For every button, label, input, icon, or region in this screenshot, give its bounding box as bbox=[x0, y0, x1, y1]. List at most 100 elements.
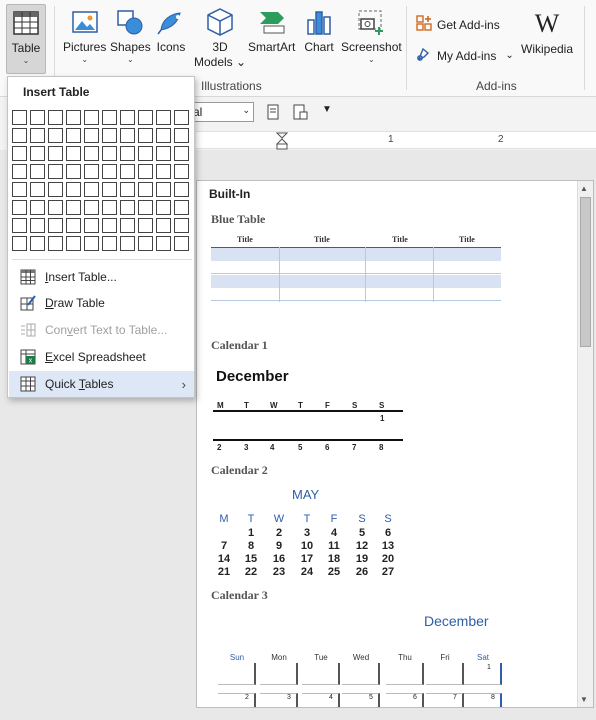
grid-cell[interactable] bbox=[156, 110, 171, 125]
grid-cell[interactable] bbox=[156, 218, 171, 233]
grid-cell[interactable] bbox=[120, 110, 135, 125]
grid-cell[interactable] bbox=[66, 236, 81, 251]
grid-cell[interactable] bbox=[174, 164, 189, 179]
grid-cell[interactable] bbox=[84, 146, 99, 161]
grid-cell[interactable] bbox=[102, 182, 117, 197]
grid-cell[interactable] bbox=[66, 200, 81, 215]
grid-cell[interactable] bbox=[48, 218, 63, 233]
grid-cell[interactable] bbox=[48, 200, 63, 215]
shapes-button[interactable]: Shapes ⌄ bbox=[110, 6, 151, 65]
grid-cell[interactable] bbox=[156, 236, 171, 251]
grid-cell[interactable] bbox=[120, 218, 135, 233]
grid-cell[interactable] bbox=[138, 236, 153, 251]
grid-cell[interactable] bbox=[138, 128, 153, 143]
scrollbar-thumb[interactable] bbox=[580, 197, 591, 347]
grid-cell[interactable] bbox=[156, 164, 171, 179]
grid-cell[interactable] bbox=[30, 200, 45, 215]
grid-cell[interactable] bbox=[48, 236, 63, 251]
grid-cell[interactable] bbox=[120, 236, 135, 251]
grid-cell[interactable] bbox=[84, 236, 99, 251]
table-size-grid[interactable] bbox=[12, 110, 192, 251]
grid-cell[interactable] bbox=[174, 236, 189, 251]
grid-cell[interactable] bbox=[12, 110, 27, 125]
grid-cell[interactable] bbox=[84, 110, 99, 125]
font-name-dropdown[interactable]: al ⌄ bbox=[188, 102, 254, 122]
smartart-button[interactable]: SmartArt bbox=[248, 6, 295, 55]
grid-cell[interactable] bbox=[30, 218, 45, 233]
grid-cell[interactable] bbox=[120, 200, 135, 215]
grid-cell[interactable] bbox=[102, 218, 117, 233]
grid-cell[interactable] bbox=[84, 128, 99, 143]
grid-cell[interactable] bbox=[12, 182, 27, 197]
pictures-button[interactable]: Pictures ⌄ bbox=[63, 6, 106, 65]
get-addins-button[interactable]: Get Add-ins bbox=[416, 15, 500, 34]
grid-cell[interactable] bbox=[174, 146, 189, 161]
grid-cell[interactable] bbox=[30, 110, 45, 125]
grid-cell[interactable] bbox=[138, 146, 153, 161]
grid-cell[interactable] bbox=[30, 146, 45, 161]
grid-cell[interactable] bbox=[12, 164, 27, 179]
grid-cell[interactable] bbox=[102, 164, 117, 179]
grid-cell[interactable] bbox=[102, 200, 117, 215]
grid-cell[interactable] bbox=[138, 200, 153, 215]
quick-tables-item[interactable]: Quick Tables › bbox=[9, 371, 194, 397]
grid-cell[interactable] bbox=[66, 218, 81, 233]
grid-cell[interactable] bbox=[102, 110, 117, 125]
grid-cell[interactable] bbox=[102, 146, 117, 161]
screenshot-button[interactable]: Screenshot ⌄ bbox=[341, 6, 402, 65]
grid-cell[interactable] bbox=[156, 128, 171, 143]
grid-cell[interactable] bbox=[12, 236, 27, 251]
scroll-up-icon[interactable]: ▲ bbox=[580, 184, 588, 193]
wikipedia-button[interactable]: W Wikipedia bbox=[521, 8, 573, 57]
grid-cell[interactable] bbox=[84, 182, 99, 197]
grid-cell[interactable] bbox=[66, 110, 81, 125]
grid-cell[interactable] bbox=[138, 218, 153, 233]
horizontal-ruler[interactable]: 1 2 bbox=[196, 131, 596, 150]
grid-cell[interactable] bbox=[120, 164, 135, 179]
my-addins-button[interactable]: My Add-ins ⌄ bbox=[416, 46, 514, 65]
page-icon[interactable] bbox=[266, 104, 280, 123]
icons-button[interactable]: Icons bbox=[155, 6, 187, 55]
grid-cell[interactable] bbox=[48, 146, 63, 161]
grid-cell[interactable] bbox=[138, 164, 153, 179]
grid-cell[interactable] bbox=[48, 110, 63, 125]
style-icon[interactable] bbox=[292, 104, 308, 123]
grid-cell[interactable] bbox=[120, 128, 135, 143]
grid-cell[interactable] bbox=[66, 128, 81, 143]
grid-cell[interactable] bbox=[48, 128, 63, 143]
grid-cell[interactable] bbox=[156, 200, 171, 215]
grid-cell[interactable] bbox=[84, 200, 99, 215]
customize-toolbar-icon[interactable]: ▼ bbox=[322, 104, 332, 115]
grid-cell[interactable] bbox=[66, 164, 81, 179]
grid-cell[interactable] bbox=[30, 164, 45, 179]
scroll-down-icon[interactable]: ▼ bbox=[580, 695, 588, 704]
grid-cell[interactable] bbox=[84, 164, 99, 179]
grid-cell[interactable] bbox=[138, 182, 153, 197]
chevron-down-icon[interactable]: ⌄ bbox=[505, 50, 513, 61]
grid-cell[interactable] bbox=[102, 128, 117, 143]
grid-cell[interactable] bbox=[156, 182, 171, 197]
grid-cell[interactable] bbox=[174, 128, 189, 143]
chart-button[interactable]: Chart bbox=[303, 6, 335, 55]
grid-cell[interactable] bbox=[30, 182, 45, 197]
draw-table-item[interactable]: Draw Table bbox=[9, 290, 194, 316]
grid-cell[interactable] bbox=[12, 128, 27, 143]
grid-cell[interactable] bbox=[174, 200, 189, 215]
grid-cell[interactable] bbox=[138, 110, 153, 125]
grid-cell[interactable] bbox=[66, 146, 81, 161]
grid-cell[interactable] bbox=[174, 218, 189, 233]
grid-cell[interactable] bbox=[174, 182, 189, 197]
grid-cell[interactable] bbox=[12, 200, 27, 215]
grid-cell[interactable] bbox=[48, 182, 63, 197]
grid-cell[interactable] bbox=[30, 236, 45, 251]
grid-cell[interactable] bbox=[102, 236, 117, 251]
table-button[interactable]: Table ⌄ bbox=[6, 4, 46, 74]
excel-spreadsheet-item[interactable]: x Excel Spreadsheet bbox=[9, 344, 194, 370]
grid-cell[interactable] bbox=[12, 146, 27, 161]
grid-cell[interactable] bbox=[174, 110, 189, 125]
grid-cell[interactable] bbox=[120, 146, 135, 161]
grid-cell[interactable] bbox=[120, 182, 135, 197]
grid-cell[interactable] bbox=[12, 218, 27, 233]
grid-cell[interactable] bbox=[30, 128, 45, 143]
grid-cell[interactable] bbox=[66, 182, 81, 197]
